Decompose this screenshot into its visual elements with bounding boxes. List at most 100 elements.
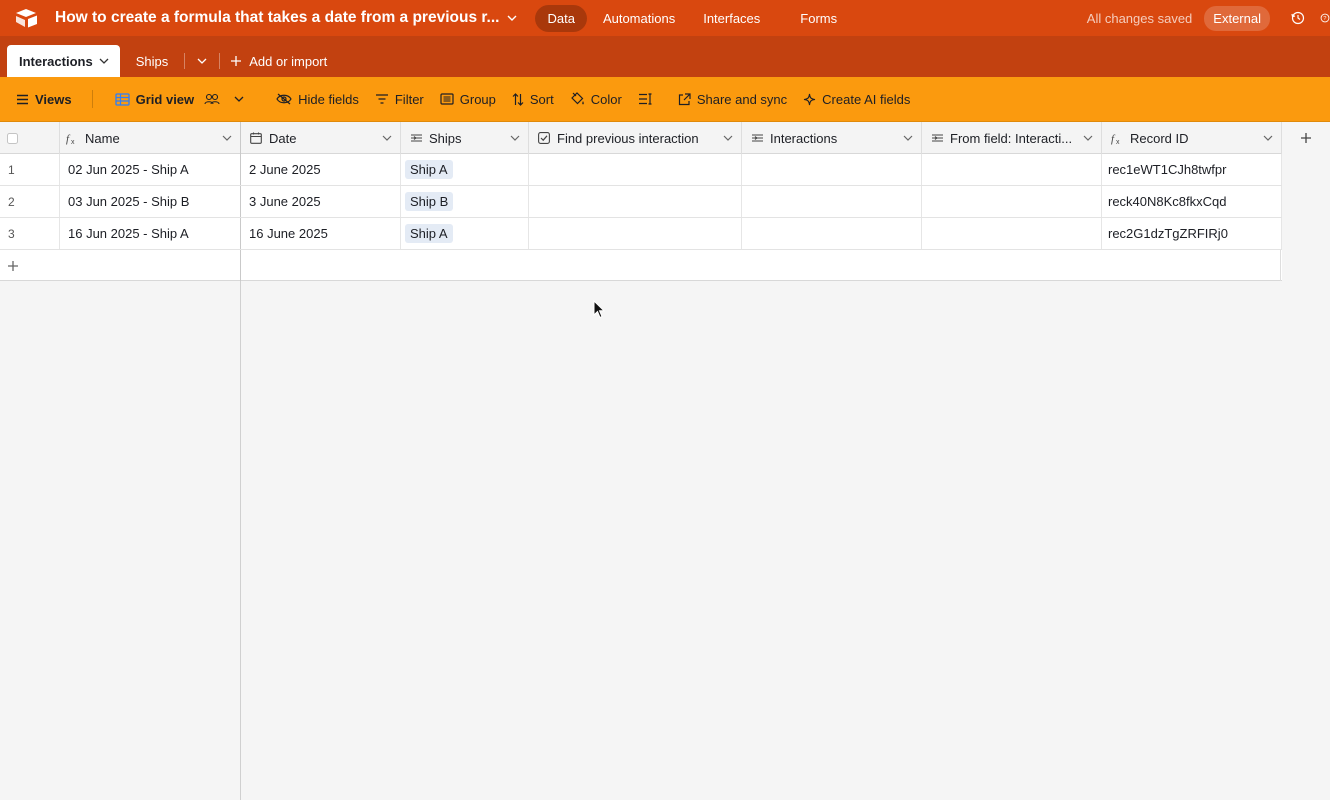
grid-view-switcher[interactable]: Grid view — [107, 85, 253, 113]
record-rows: 1 02 Jun 2025 - Ship A 2 June 2025 Ship … — [0, 154, 1282, 281]
row-number: 1 — [0, 154, 60, 185]
airtable-logo-icon[interactable] — [15, 8, 39, 28]
column-label: Find previous interaction — [557, 130, 699, 146]
column-header-record-id[interactable]: fx Record ID — [1102, 122, 1282, 154]
interactions-cell[interactable] — [742, 154, 922, 185]
column-header-interactions[interactable]: Interactions — [742, 122, 922, 154]
column-label: Date — [269, 130, 297, 146]
svg-text:x: x — [1116, 139, 1120, 145]
table-row[interactable]: 1 02 Jun 2025 - Ship A 2 June 2025 Ship … — [0, 154, 1282, 186]
chevron-down-icon[interactable] — [99, 58, 109, 64]
from-field-cell[interactable] — [922, 186, 1102, 217]
svg-text:x: x — [71, 139, 75, 145]
chevron-down-icon[interactable] — [903, 135, 913, 141]
date-cell[interactable]: 3 June 2025 — [241, 186, 401, 217]
tab-label: Interactions — [19, 53, 93, 69]
column-header-name[interactable]: fx Name — [59, 122, 241, 154]
views-button[interactable]: Views — [8, 85, 80, 113]
ships-cell[interactable]: Ship B — [401, 186, 529, 217]
record-id-cell[interactable]: rec2G1dzTgZRFIRj0 — [1102, 218, 1282, 249]
chevron-down-icon[interactable] — [382, 135, 392, 141]
grid-view-label: Grid view — [135, 91, 195, 107]
chevron-down-icon[interactable] — [222, 135, 232, 141]
name-cell[interactable]: 16 Jun 2025 - Ship A — [60, 218, 241, 249]
history-icon[interactable] — [1290, 10, 1306, 26]
row-height-button[interactable] — [630, 85, 660, 113]
create-ai-fields-button[interactable]: Create AI fields — [795, 85, 918, 113]
sort-button[interactable]: Sort — [504, 85, 562, 113]
help-icon[interactable]: ? — [1320, 10, 1330, 26]
ships-cell[interactable]: Ship A — [401, 218, 529, 249]
chevron-down-icon[interactable] — [510, 135, 520, 141]
nav-interfaces[interactable]: Interfaces — [691, 5, 772, 32]
plus-icon — [7, 260, 19, 272]
date-cell[interactable]: 2 June 2025 — [241, 154, 401, 185]
add-field-button[interactable] — [1282, 122, 1330, 154]
group-label: Group — [459, 91, 496, 107]
create-ai-fields-label: Create AI fields — [822, 91, 911, 107]
column-header-ships[interactable]: Ships — [401, 122, 529, 154]
table-row[interactable]: 2 03 Jun 2025 - Ship B 3 June 2025 Ship … — [0, 186, 1282, 218]
linked-record-chip[interactable]: Ship A — [405, 160, 453, 179]
column-header-date[interactable]: Date — [241, 122, 401, 154]
column-header-from-field[interactable]: From field: Interacti... — [922, 122, 1102, 154]
checkbox-icon — [537, 131, 551, 145]
chevron-down-icon[interactable] — [507, 15, 517, 21]
chevron-down-icon[interactable] — [723, 135, 733, 141]
name-cell[interactable]: 02 Jun 2025 - Ship A — [60, 154, 241, 185]
find-previous-cell[interactable] — [529, 186, 742, 217]
share-and-sync-button[interactable]: Share and sync — [670, 85, 795, 113]
plus-icon — [1300, 132, 1312, 144]
all-tables-dropdown[interactable] — [189, 45, 215, 77]
column-label: Interactions — [770, 130, 838, 146]
group-button[interactable]: Group — [432, 85, 504, 113]
column-header-find-previous-interaction[interactable]: Find previous interaction — [529, 122, 742, 154]
nav-automations[interactable]: Automations — [591, 5, 687, 32]
table-row[interactable]: 3 16 Jun 2025 - Ship A 16 June 2025 Ship… — [0, 218, 1282, 250]
eye-slash-icon — [276, 93, 292, 105]
from-field-cell[interactable] — [922, 154, 1102, 185]
add-record-row[interactable] — [0, 250, 1282, 281]
plus-icon — [230, 55, 242, 67]
date-cell[interactable]: 16 June 2025 — [241, 218, 401, 249]
find-previous-cell[interactable] — [529, 154, 742, 185]
color-button[interactable]: Color — [562, 85, 630, 113]
tab-ships[interactable]: Ships — [124, 45, 181, 77]
ships-cell[interactable]: Ship A — [401, 154, 529, 185]
filter-button[interactable]: Filter — [367, 85, 432, 113]
name-cell[interactable]: 03 Jun 2025 - Ship B — [60, 186, 241, 217]
add-or-import-button[interactable]: Add or import — [224, 45, 333, 77]
add-record-button[interactable] — [0, 250, 241, 281]
external-badge[interactable]: External — [1204, 5, 1270, 31]
column-header-row: fx Name Date Ships Find previous interac… — [0, 122, 1330, 154]
select-all-checkbox[interactable] — [0, 122, 60, 154]
record-id-cell[interactable]: rec1eWT1CJh8twfpr — [1102, 154, 1282, 185]
row-height-icon — [638, 93, 652, 105]
menu-icon — [16, 94, 29, 105]
chevron-down-icon[interactable] — [1263, 135, 1273, 141]
row-number: 3 — [0, 218, 60, 249]
nav-data[interactable]: Data — [535, 4, 587, 32]
filter-icon — [375, 94, 389, 104]
tab-divider — [184, 53, 186, 69]
hide-fields-button[interactable]: Hide fields — [268, 85, 367, 113]
from-field-cell[interactable] — [922, 218, 1102, 249]
tab-divider — [219, 53, 221, 69]
paint-bucket-icon — [570, 92, 585, 106]
calendar-icon — [249, 131, 263, 145]
record-id-cell[interactable]: reck40N8Kc8fkxCqd — [1102, 186, 1282, 217]
formula-icon: fx — [65, 131, 79, 145]
interactions-cell[interactable] — [742, 186, 922, 217]
nav-forms[interactable]: Forms — [788, 5, 849, 32]
tab-interactions[interactable]: Interactions — [7, 45, 120, 77]
grid-view: fx Name Date Ships Find previous interac… — [0, 122, 1330, 800]
chevron-down-icon[interactable] — [1083, 135, 1093, 141]
formula-icon: fx — [1110, 131, 1124, 145]
linked-record-chip[interactable]: Ship B — [405, 192, 454, 211]
find-previous-cell[interactable] — [529, 218, 742, 249]
collaborators-icon — [204, 93, 220, 105]
add-record-row-fill[interactable] — [241, 250, 1281, 281]
linked-record-chip[interactable]: Ship A — [405, 224, 453, 243]
interactions-cell[interactable] — [742, 218, 922, 249]
base-title[interactable]: How to create a formula that takes a dat… — [55, 9, 499, 27]
